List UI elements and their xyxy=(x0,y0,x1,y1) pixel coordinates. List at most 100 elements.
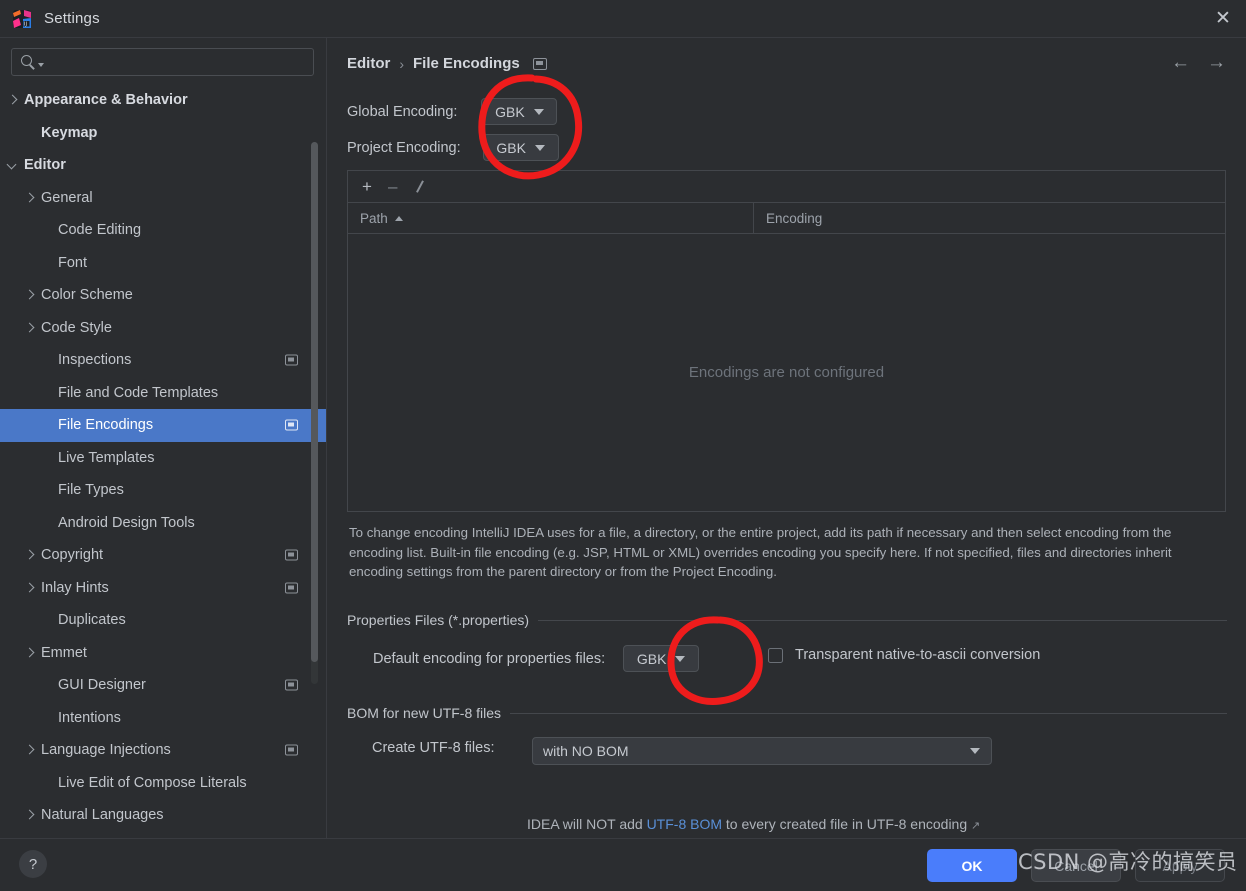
properties-files-group-title: Properties Files (*.properties) xyxy=(347,612,530,628)
ok-button[interactable]: OK xyxy=(927,849,1017,882)
sidebar-item-file-types[interactable]: File Types xyxy=(0,474,326,507)
sidebar-item-label: Duplicates xyxy=(58,612,126,629)
sidebar-item-color-scheme[interactable]: Color Scheme xyxy=(0,279,326,312)
sidebar-item-label: Code Style xyxy=(41,319,112,336)
project-encoding-dropdown[interactable]: GBK xyxy=(482,134,559,161)
sidebar-item-android-design-tools[interactable]: Android Design Tools xyxy=(0,507,326,540)
project-encoding-row: Project Encoding: GBK xyxy=(347,134,559,161)
bom-note-suffix: to every created file in UTF-8 encoding xyxy=(722,816,968,832)
chevron-down-icon xyxy=(675,655,686,662)
chevron-down-icon[interactable] xyxy=(38,62,44,67)
chevron-down-icon xyxy=(970,748,980,754)
sidebar-scrollbar-thumb[interactable] xyxy=(311,142,318,662)
sidebar-item-label: Live Templates xyxy=(58,449,155,466)
sidebar-item-code-editing[interactable]: Code Editing xyxy=(0,214,326,247)
sidebar-item-language-injections[interactable]: Language Injections xyxy=(0,734,326,767)
group-divider-line xyxy=(538,619,1227,621)
sidebar-item-file-encodings[interactable]: File Encodings xyxy=(0,409,326,442)
title-bar: IJ Settings ✕ xyxy=(0,0,1246,38)
transparent-native-ascii-checkbox[interactable] xyxy=(768,647,783,663)
project-scope-badge-icon xyxy=(285,744,298,756)
utf8-bom-link[interactable]: UTF-8 BOM xyxy=(647,816,722,832)
sidebar-item-emmet[interactable]: Emmet xyxy=(0,637,326,670)
arrow-right-icon[interactable]: → xyxy=(1207,53,1226,72)
sidebar-item-editor[interactable]: Editor xyxy=(0,149,326,182)
sidebar-item-general[interactable]: General xyxy=(0,182,326,215)
external-link-icon[interactable]: ↗ xyxy=(971,820,980,832)
sidebar-item-label: Font xyxy=(58,254,88,271)
sidebar-item-copyright[interactable]: Copyright xyxy=(0,539,326,572)
sidebar-item-duplicates[interactable]: Duplicates xyxy=(0,604,326,637)
chevron-right-icon[interactable] xyxy=(23,581,37,595)
table-column-path[interactable]: Path xyxy=(348,203,754,233)
sidebar-item-label: Keymap xyxy=(41,124,98,141)
chevron-right-icon[interactable] xyxy=(23,548,37,562)
chevron-right-icon[interactable] xyxy=(23,743,37,757)
bom-group-title: BOM for new UTF-8 files xyxy=(347,705,502,721)
chevron-right-icon[interactable] xyxy=(23,808,37,822)
chevron-right-icon[interactable] xyxy=(6,93,20,107)
sidebar-item-code-style[interactable]: Code Style xyxy=(0,312,326,345)
table-empty-message: Encodings are not configured xyxy=(688,364,885,381)
sidebar-item-appearance-behavior[interactable]: Appearance & Behavior xyxy=(0,84,326,117)
remove-icon[interactable]: – xyxy=(388,178,397,195)
sidebar-item-label: Code Editing xyxy=(58,222,142,239)
search-input[interactable] xyxy=(49,50,305,74)
sidebar-item-natural-languages[interactable]: Natural Languages xyxy=(0,799,326,832)
sidebar-item-label: File Types xyxy=(58,482,124,499)
transparent-native-ascii-row[interactable]: Transparent native-to-ascii conversion xyxy=(768,647,1040,663)
sidebar-item-inlay-hints[interactable]: Inlay Hints xyxy=(0,572,326,605)
default-properties-encoding-dropdown[interactable]: GBK xyxy=(623,645,700,672)
sidebar-item-label: Copyright xyxy=(41,547,104,564)
project-scope-badge-icon xyxy=(285,679,298,691)
global-encoding-dropdown[interactable]: GBK xyxy=(481,98,558,125)
global-encoding-label: Global Encoding: xyxy=(347,103,458,120)
sidebar-item-label: Intentions xyxy=(58,709,121,726)
chevron-right-icon[interactable] xyxy=(23,191,37,205)
sidebar-item-gui-designer[interactable]: GUI Designer xyxy=(0,669,326,702)
sidebar-item-label: Inlay Hints xyxy=(41,579,109,596)
create-utf8-value: with NO BOM xyxy=(543,743,629,759)
arrow-left-icon[interactable]: ← xyxy=(1171,53,1190,72)
intellij-idea-logo-icon: IJ xyxy=(12,9,32,29)
watermark: CSDN @高冷的搞笑员 xyxy=(1018,850,1238,874)
project-scope-badge-icon xyxy=(285,419,298,431)
main-panel: Editor › File Encodings ← → Global Encod… xyxy=(327,38,1246,838)
project-scope-badge-icon xyxy=(285,582,298,594)
encodings-description: To change encoding IntelliJ IDEA uses fo… xyxy=(349,525,1172,579)
settings-tree: Appearance & Behavior Keymap Editor General… xyxy=(0,84,326,839)
global-encoding-row: Global Encoding: GBK xyxy=(347,98,558,125)
chevron-right-icon[interactable] xyxy=(23,321,37,335)
sidebar-item-live-edit-of-compose-literals[interactable]: Live Edit of Compose Literals xyxy=(0,767,326,800)
sidebar-item-label: Appearance & Behavior xyxy=(24,92,188,109)
breadcrumb: Editor › File Encodings xyxy=(347,55,547,72)
sidebar-item-keymap[interactable]: Keymap xyxy=(0,117,326,150)
edit-pencil-icon[interactable] xyxy=(413,179,428,194)
help-button[interactable]: ? xyxy=(19,850,47,878)
table-column-encoding-label: Encoding xyxy=(766,210,823,226)
chevron-right-icon[interactable] xyxy=(23,288,37,302)
create-utf8-dropdown[interactable]: with NO BOM xyxy=(532,737,992,765)
search-box[interactable] xyxy=(11,48,314,76)
close-icon[interactable]: ✕ xyxy=(1200,0,1246,37)
sidebar-item-font[interactable]: Font xyxy=(0,247,326,280)
sidebar-item-file-and-code-templates[interactable]: File and Code Templates xyxy=(0,377,326,410)
add-icon[interactable]: + xyxy=(362,178,372,195)
sidebar-item-inspections[interactable]: Inspections xyxy=(0,344,326,377)
breadcrumb-parent[interactable]: Editor xyxy=(347,55,390,72)
table-column-encoding[interactable]: Encoding xyxy=(754,203,1225,233)
sidebar-item-intentions[interactable]: Intentions xyxy=(0,702,326,735)
chevron-down-icon[interactable] xyxy=(6,158,20,172)
table-column-path-label: Path xyxy=(360,210,388,226)
chevron-right-icon[interactable] xyxy=(23,646,37,660)
sidebar-item-live-templates[interactable]: Live Templates xyxy=(0,442,326,475)
search-icon xyxy=(20,54,37,71)
sort-ascending-icon xyxy=(394,216,403,221)
project-encoding-label: Project Encoding: xyxy=(347,139,461,156)
